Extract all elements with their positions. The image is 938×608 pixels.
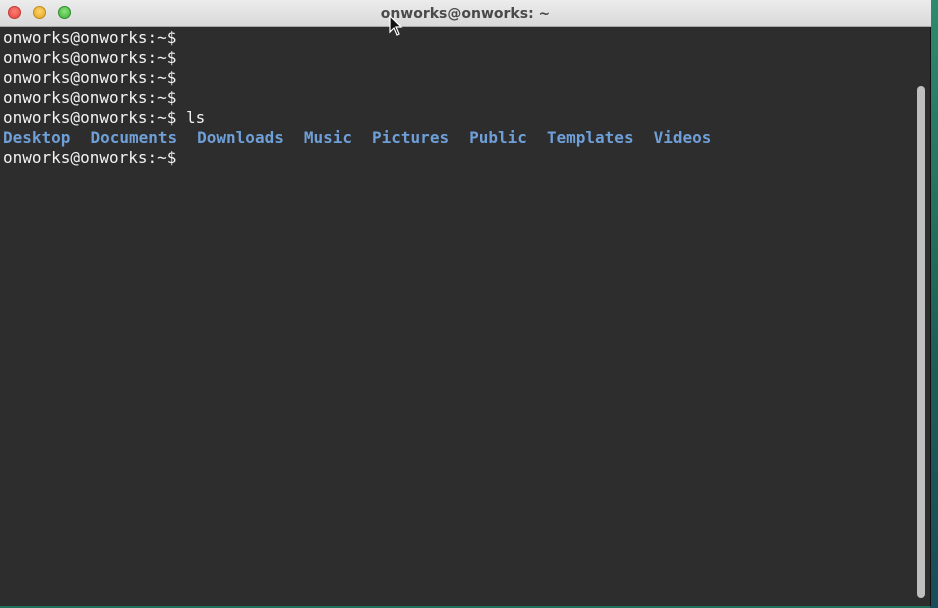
- terminal-output[interactable]: onworks@onworks:~$ onworks@onworks:~$ on…: [0, 28, 914, 604]
- directory-videos: Videos: [653, 128, 712, 147]
- prompt: onworks@onworks:~$: [3, 148, 177, 167]
- prompt: onworks@onworks:~$: [3, 28, 177, 47]
- vertical-scrollbar[interactable]: [915, 28, 927, 604]
- terminal-line: onworks@onworks:~$: [3, 68, 914, 88]
- title-bar[interactable]: onworks@onworks: ~: [0, 0, 931, 27]
- command: ls: [176, 108, 206, 127]
- prompt: onworks@onworks:~$: [3, 48, 177, 67]
- prompt: onworks@onworks:~$: [3, 68, 177, 87]
- terminal-line: onworks@onworks:~$ ls: [3, 108, 914, 128]
- mouse-pointer-icon: [389, 15, 403, 36]
- directory-pictures: Pictures: [372, 128, 450, 147]
- directory-music: Music: [303, 128, 353, 147]
- directory-templates: Templates: [546, 128, 634, 147]
- prompt: onworks@onworks:~$: [3, 88, 177, 107]
- terminal-line: onworks@onworks:~$: [3, 28, 914, 48]
- terminal-line: onworks@onworks:~$: [3, 88, 914, 108]
- directory-public: Public: [469, 128, 527, 147]
- terminal-line: onworks@onworks:~$: [3, 148, 914, 168]
- window-title: onworks@onworks: ~: [380, 6, 551, 22]
- desktop-background: [930, 0, 938, 608]
- directory-documents: Documents: [90, 128, 178, 147]
- terminal-window[interactable]: onworks@onworks: ~ onworks@onworks:~$ on…: [0, 0, 931, 606]
- directory-desktop: Desktop: [3, 128, 71, 147]
- directory-downloads: Downloads: [197, 128, 284, 147]
- terminal-line: onworks@onworks:~$: [3, 48, 914, 68]
- ls-output-line: Desktop Documents Downloads Music Pictures Pu…: [3, 128, 914, 148]
- prompt: onworks@onworks:~$: [3, 108, 177, 127]
- scrollbar-thumb[interactable]: [917, 86, 925, 598]
